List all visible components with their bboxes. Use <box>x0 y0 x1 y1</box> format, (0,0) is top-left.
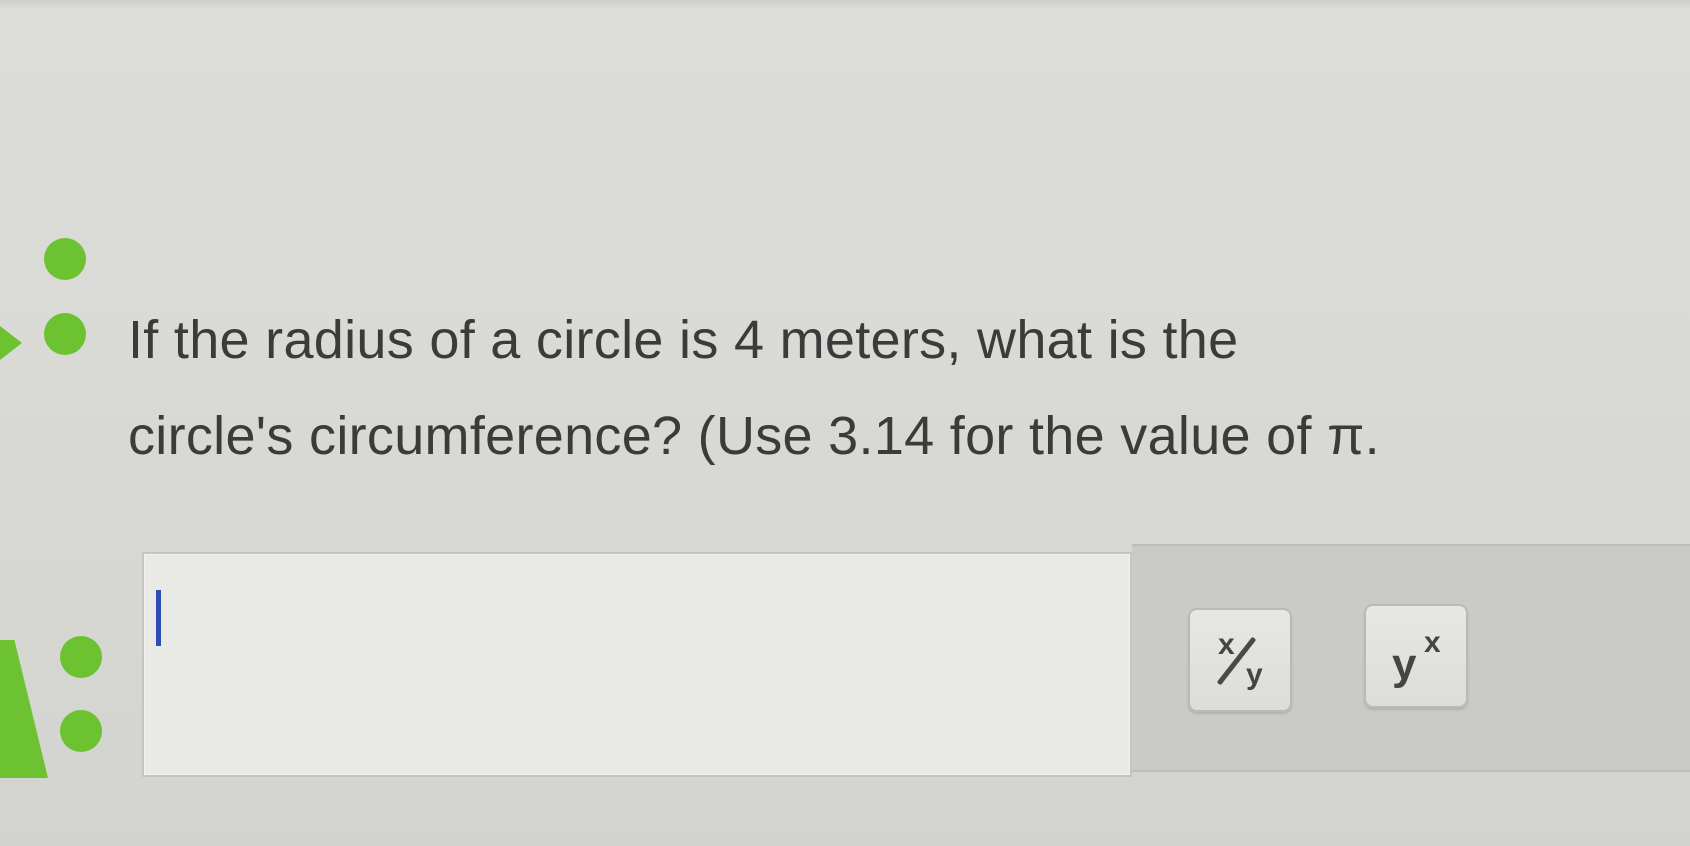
page-top-edge <box>0 0 1690 8</box>
decorative-dot-question <box>44 313 86 355</box>
question-text: If the radius of a circle is 4 meters, w… <box>128 292 1688 484</box>
answer-input[interactable] <box>142 552 1132 777</box>
fraction-button[interactable]: x y <box>1188 608 1292 712</box>
decorative-dot-lower-2 <box>60 710 102 752</box>
decorative-slash-mark <box>0 640 48 778</box>
exponent-base: y <box>1392 640 1417 689</box>
text-cursor <box>156 590 161 646</box>
decorative-dot-lower-1 <box>60 636 102 678</box>
question-line-2: circle's circumference? (Use 3.14 for th… <box>128 406 1380 466</box>
fraction-denominator: y <box>1246 658 1263 691</box>
question-line-1: If the radius of a circle is 4 meters, w… <box>128 310 1239 370</box>
exponent-power: x <box>1424 626 1441 659</box>
exponent-button[interactable]: y x <box>1364 604 1468 708</box>
decorative-dot-top <box>44 238 86 280</box>
fraction-numerator: x <box>1218 628 1235 661</box>
decorative-arrow-mark <box>0 326 22 360</box>
math-toolbar: x y y x <box>1132 544 1690 772</box>
